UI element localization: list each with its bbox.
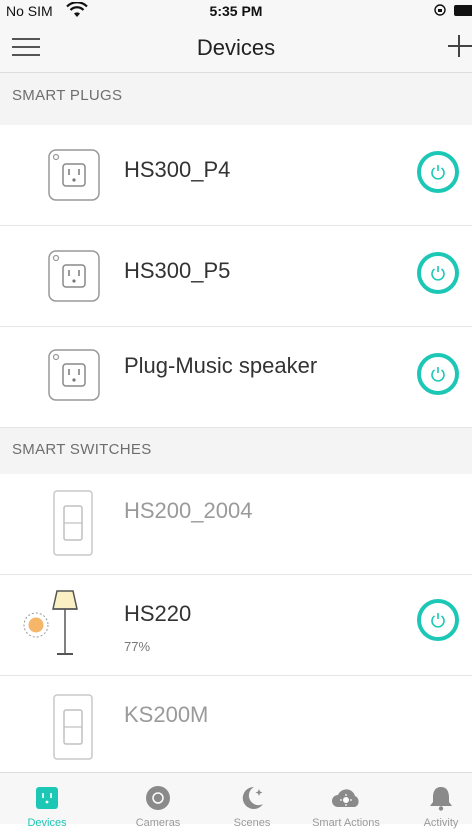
tab-label: Scenes (233, 817, 271, 829)
device-row[interactable]: HS200_2004 (0, 474, 472, 575)
smart-plug-icon (48, 349, 100, 401)
device-name: KS200M (124, 702, 209, 727)
tab-label: Activity (423, 817, 459, 829)
orientation-lock-icon (434, 4, 446, 16)
power-toggle-button[interactable] (417, 353, 459, 395)
device-name: Plug-Music speaker (124, 353, 318, 378)
add-device-button[interactable] (446, 33, 472, 59)
camera-icon (146, 786, 170, 810)
power-icon (431, 613, 445, 628)
tab-label: Cameras (135, 817, 181, 829)
power-toggle-button[interactable] (417, 151, 459, 193)
device-row[interactable]: HS220 77% (0, 575, 472, 676)
tab-label: Devices (27, 817, 67, 829)
device-name: HS200_2004 (124, 498, 253, 523)
device-row[interactable]: HS300_P4 (0, 125, 472, 226)
device-row[interactable]: Plug-Music speaker (0, 327, 472, 428)
power-icon (431, 266, 445, 281)
page-title: Devices (196, 35, 276, 60)
tab-smart-actions[interactable]: Smart Actions (299, 773, 393, 829)
bell-icon (430, 787, 452, 811)
light-switch-icon (53, 694, 93, 760)
power-icon (431, 165, 445, 180)
device-name: HS300_P4 (124, 157, 231, 182)
battery-icon (454, 5, 472, 16)
tab-bar: Devices Cameras Scenes Smart Actions Act… (0, 772, 472, 829)
floor-lamp-icon (23, 590, 78, 655)
tab-label: Smart Actions (312, 817, 380, 829)
section-header-smart-switches: SMART SWITCHES (0, 428, 472, 474)
tab-scenes[interactable]: Scenes (205, 773, 299, 829)
power-icon (431, 367, 445, 382)
plug-icon (36, 787, 58, 809)
light-switch-icon (53, 490, 93, 556)
nav-bar: Devices (0, 22, 472, 73)
tab-cameras[interactable]: Cameras (111, 773, 205, 829)
device-name: HS300_P5 (124, 258, 231, 283)
section-title: SMART PLUGS (12, 87, 123, 104)
status-bar: No SIM 5:35 PM (0, 0, 472, 22)
smart-actions-icon (332, 789, 359, 807)
device-row[interactable]: KS200M (0, 676, 472, 777)
section-title: SMART SWITCHES (12, 441, 152, 458)
device-name: HS220 (124, 601, 192, 626)
scenes-icon (242, 786, 263, 809)
smart-plug-icon (48, 149, 100, 201)
brightness-label: 77% (124, 639, 151, 654)
section-header-smart-plugs: SMART PLUGS (0, 73, 472, 119)
smart-plug-icon (48, 250, 100, 302)
device-row[interactable]: HS300_P5 (0, 226, 472, 327)
power-toggle-button[interactable] (417, 252, 459, 294)
tab-devices[interactable]: Devices (0, 773, 94, 829)
power-toggle-button[interactable] (417, 599, 459, 641)
tab-activity[interactable]: Activity (394, 773, 472, 829)
clock: 5:35 PM (209, 3, 263, 19)
